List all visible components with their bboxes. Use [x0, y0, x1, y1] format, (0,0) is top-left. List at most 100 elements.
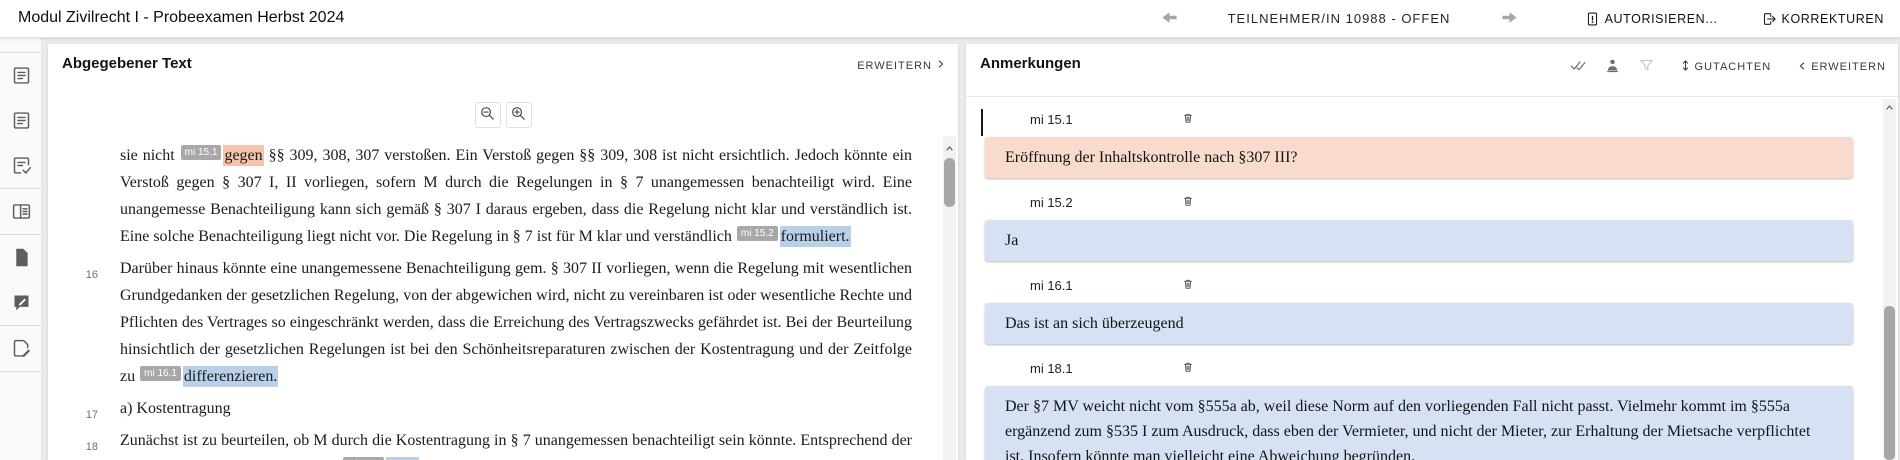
zoom-out-button[interactable]	[475, 102, 501, 128]
export-corrections-icon	[1762, 11, 1777, 27]
filter-funnel-icon	[1638, 57, 1655, 77]
chevron-up-icon	[945, 140, 954, 158]
corrector-button[interactable]	[1596, 57, 1630, 77]
annotation-item: mi 15.2 Ja	[966, 192, 1898, 261]
document-check-icon	[11, 155, 32, 176]
arrow-left-icon	[1161, 11, 1178, 27]
authorize-label: AUTORISIEREN...	[1605, 12, 1718, 26]
document-paragraph: 17a) Kostentragung	[120, 395, 912, 422]
chevron-right-icon	[936, 59, 946, 72]
scroll-up-button[interactable]	[1883, 101, 1896, 115]
line-number: 17	[74, 402, 98, 429]
annotations-scrollbar[interactable]	[1883, 99, 1896, 460]
document-zoom-toolbar	[48, 98, 958, 132]
filter-button[interactable]	[1630, 57, 1664, 77]
article-icon	[11, 110, 32, 131]
arrow-right-icon	[1501, 11, 1518, 27]
trash-icon	[1182, 277, 1194, 291]
accept-all-button[interactable]	[1562, 57, 1596, 77]
page-edit-icon	[11, 338, 32, 359]
line-number: 16	[74, 262, 98, 289]
sidebar-item-note-edit[interactable]	[0, 280, 42, 325]
expand-text-panel-button[interactable]: ERWEITERN	[857, 59, 946, 72]
annotation-marker-badge[interactable]: mi 15.2	[737, 226, 778, 241]
gutachten-sort-button[interactable]: GUTACHTEN	[1680, 59, 1772, 75]
annotation-item: mi 16.1 Das ist an sich überzeugend	[966, 275, 1898, 344]
annotation-comment-card[interactable]: Das ist an sich überzeugend	[985, 303, 1853, 344]
sidebar-item-article[interactable]	[0, 98, 42, 143]
text-segment: sie nicht	[120, 147, 180, 164]
zoom-in-button[interactable]	[506, 102, 532, 128]
magnifier-plus-icon	[510, 105, 527, 125]
annotation-label[interactable]: mi 15.1	[1030, 112, 1073, 127]
annotations-scrollbar-thumb[interactable]	[1884, 306, 1895, 460]
participant-label: TEILNEHMER/IN 10988 - OFFEN	[1228, 11, 1451, 26]
trash-icon	[1182, 194, 1194, 208]
annotation-comment-card[interactable]: Eröffnung der Inhaltskontrolle nach §307…	[985, 137, 1853, 178]
delete-annotation-button[interactable]	[1182, 111, 1194, 125]
authorize-document-icon	[1585, 11, 1600, 27]
right-panel-title: Anmerkungen	[980, 55, 1081, 72]
delete-annotation-button[interactable]	[1182, 277, 1194, 291]
chevron-left-icon	[1797, 61, 1807, 74]
sidebar-item-article[interactable]	[0, 53, 42, 98]
annotation-label[interactable]: mi 16.1	[1030, 278, 1073, 293]
sidebar	[0, 38, 42, 460]
corrections-button[interactable]: KORREKTUREN	[1762, 11, 1884, 27]
line-number: 18	[74, 434, 98, 460]
annotation-label[interactable]: mi 15.2	[1030, 195, 1073, 210]
highlighted-text: formuliert.	[780, 226, 851, 247]
sidebar-item-page-edit[interactable]	[0, 326, 42, 371]
note-edit-icon	[11, 292, 32, 313]
submitted-text-panel: Abgegebener Text ERWEITERN sie nicht mi …	[48, 44, 958, 460]
workspace: Abgegebener Text ERWEITERN sie nicht mi …	[0, 38, 1900, 460]
left-panel-title: Abgegebener Text	[62, 55, 192, 72]
document-paragraph: 18Zunächst ist zu beurteilen, ob M durch…	[120, 427, 912, 460]
annotation-header: mi 15.1	[1030, 109, 1898, 131]
annotation-item: mi 15.1 Eröffnung der Inhaltskontrolle na…	[966, 109, 1898, 178]
delete-annotation-button[interactable]	[1182, 360, 1194, 374]
sidebar-item-page[interactable]	[0, 235, 42, 280]
annotations-scroll-area[interactable]: mi 15.1 Eröffnung der Inhaltskontrolle na…	[966, 96, 1898, 460]
annotations-list: mi 15.1 Eröffnung der Inhaltskontrolle na…	[966, 97, 1898, 460]
app-root: Modul Zivilrecht I - Probeexamen Herbst …	[0, 0, 1900, 460]
document-scroll-area[interactable]: sie nicht mi 15.1gegen §§ 309, 308, 307 …	[48, 136, 958, 460]
document-paragraph: sie nicht mi 15.1gegen §§ 309, 308, 307 …	[120, 142, 912, 250]
annotation-marker-badge[interactable]: mi 15.1	[181, 145, 222, 160]
text-segment: a) Kostentragung	[120, 400, 231, 417]
next-participant-button[interactable]	[1498, 10, 1520, 28]
reader-icon	[11, 201, 32, 222]
scroll-up-button[interactable]	[943, 142, 956, 156]
topbar-actions: AUTORISIEREN... KORREKTUREN	[1585, 0, 1884, 37]
expand-annotations-label: ERWEITERN	[1811, 61, 1886, 73]
delete-annotation-button[interactable]	[1182, 194, 1194, 208]
participant-nav: TEILNEHMER/IN 10988 - OFFEN	[1158, 0, 1520, 37]
annotation-comment-card[interactable]: Der §7 MV weicht nicht vom §555a ab, wei…	[985, 386, 1853, 460]
document-scrollbar-thumb[interactable]	[944, 158, 955, 207]
sidebar-item-reader[interactable]	[0, 189, 42, 234]
chevron-up-icon	[1885, 99, 1894, 117]
document-scrollbar[interactable]	[943, 136, 956, 460]
annotation-label[interactable]: mi 18.1	[1030, 361, 1073, 376]
annotations-panel: Anmerkungen GUTACHTEN ERWEITERN	[966, 44, 1898, 460]
trash-icon	[1182, 111, 1194, 125]
page-icon	[11, 247, 32, 268]
annotations-toolbar: GUTACHTEN ERWEITERN	[1562, 57, 1886, 77]
annotation-header: mi 18.1	[1030, 358, 1898, 380]
selection-indicator	[981, 109, 983, 136]
highlighted-text: gegen	[223, 145, 263, 166]
annotation-comment-card[interactable]: Ja	[985, 220, 1853, 261]
sidebar-item-document-check[interactable]	[0, 143, 42, 188]
authorize-button[interactable]: AUTORISIEREN...	[1585, 11, 1718, 27]
topbar: Modul Zivilrecht I - Probeexamen Herbst …	[0, 0, 1900, 38]
annotation-header: mi 16.1	[1030, 275, 1898, 297]
corrections-label: KORREKTUREN	[1782, 12, 1884, 26]
document-content: sie nicht mi 15.1gegen §§ 309, 308, 307 …	[120, 142, 912, 460]
double-check-icon	[1570, 57, 1587, 77]
annotation-marker-badge[interactable]: mi 16.1	[140, 366, 181, 381]
previous-participant-button[interactable]	[1158, 10, 1180, 28]
expand-annotations-button[interactable]: ERWEITERN	[1797, 61, 1886, 74]
trash-icon	[1182, 360, 1194, 374]
annotation-header: mi 15.2	[1030, 192, 1898, 214]
sort-updown-icon	[1680, 59, 1691, 75]
